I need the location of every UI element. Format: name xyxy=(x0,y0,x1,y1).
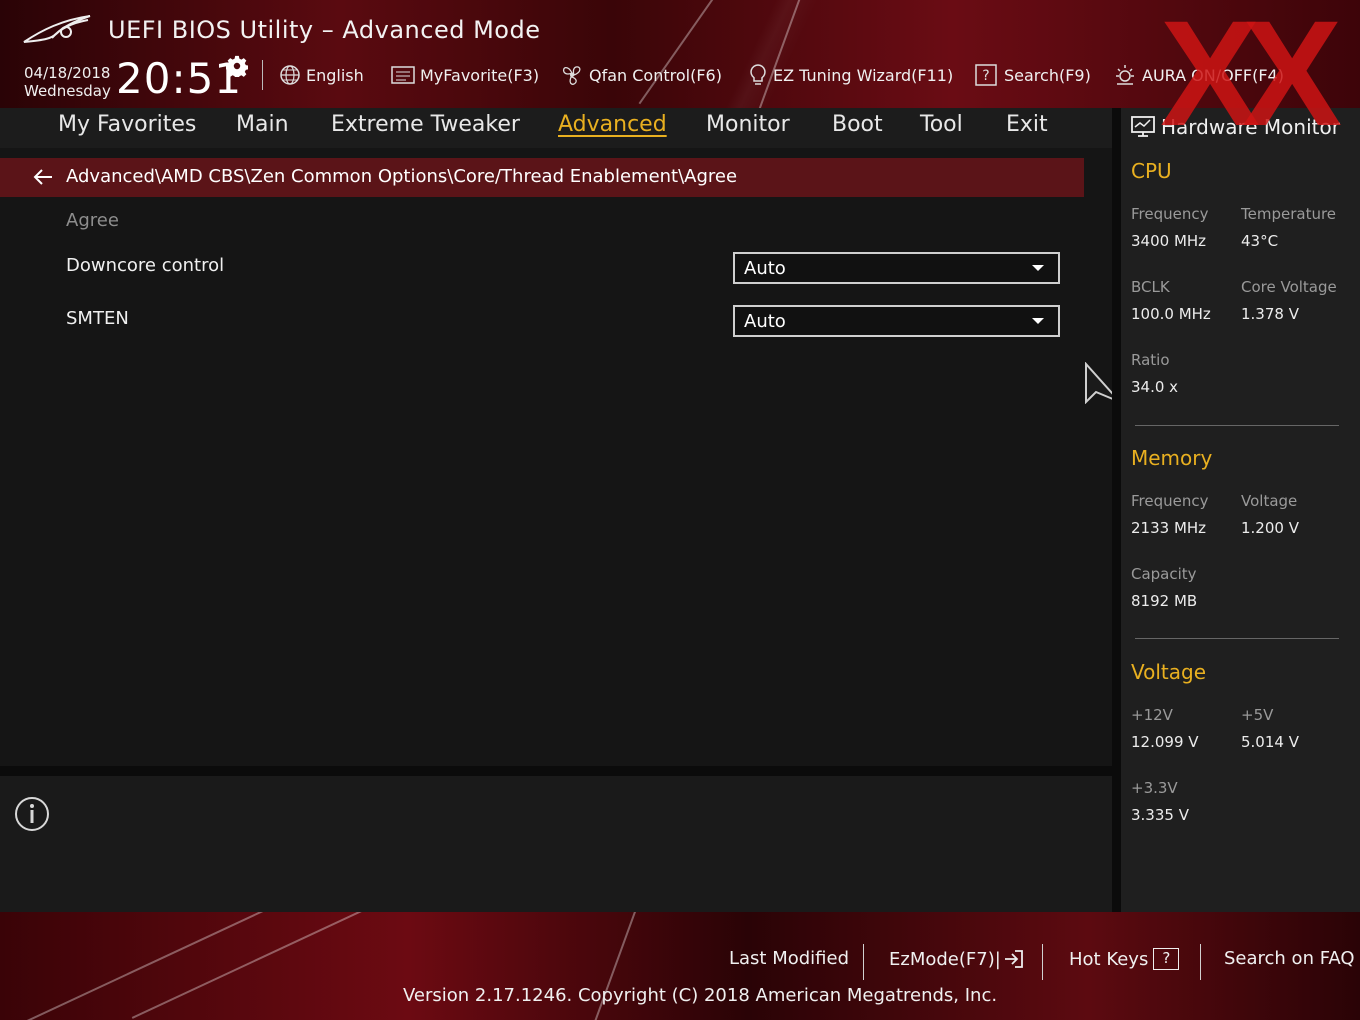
section-divider xyxy=(1135,425,1339,426)
ratio-label: Ratio xyxy=(1131,351,1170,369)
date-text: 04/18/2018 xyxy=(24,64,111,82)
decor-streak xyxy=(749,0,813,108)
ez-tuning-label: EZ Tuning Wizard(F11) xyxy=(773,65,954,85)
cpu-frequency-value: 3400 MHz xyxy=(1131,232,1207,250)
downcore-control-select[interactable]: Auto xyxy=(733,252,1060,284)
svg-text:?: ? xyxy=(982,68,989,84)
footer-divider xyxy=(863,944,864,980)
cpu-frequency-label: Frequency xyxy=(1131,205,1209,223)
app-title: UEFI BIOS Utility – Advanced Mode xyxy=(108,16,541,44)
ratio-value: 34.0 x xyxy=(1131,378,1179,396)
memory-voltage-label: Voltage xyxy=(1241,492,1298,510)
search-button[interactable]: ? Search(F9) xyxy=(975,62,1091,88)
last-modified-button[interactable]: Last Modified xyxy=(729,948,849,969)
cpu-temperature-label: Temperature xyxy=(1241,205,1337,223)
footer-divider xyxy=(1200,944,1201,980)
chevron-down-icon xyxy=(1032,265,1044,271)
memory-voltage-value: 1.200 V xyxy=(1241,519,1299,537)
smten-label: SMTEN xyxy=(66,308,129,329)
date-display: 04/18/2018 Wednesday xyxy=(24,64,111,100)
memory-frequency-label: Frequency xyxy=(1131,492,1209,510)
gear-icon[interactable] xyxy=(226,55,248,77)
fan-icon xyxy=(562,66,581,85)
aura-icon xyxy=(1116,65,1134,85)
day-text: Wednesday xyxy=(24,82,111,100)
tab-advanced[interactable]: Advanced xyxy=(558,112,667,137)
section-divider xyxy=(1135,638,1339,639)
decor-streak xyxy=(0,912,267,1020)
myfavorite-label: MyFavorite(F3) xyxy=(420,65,540,85)
header-bar: UEFI BIOS Utility – Advanced Mode 04/18/… xyxy=(0,0,1360,108)
memory-heading: Memory xyxy=(1131,446,1213,470)
help-key-icon: ? xyxy=(1153,948,1180,970)
section-subheading: Agree xyxy=(66,210,119,231)
watermark: XX xyxy=(1160,0,1342,157)
chevron-down-icon xyxy=(1032,318,1044,324)
memory-frequency-value: 2133 MHz xyxy=(1131,519,1207,537)
tab-tool[interactable]: Tool xyxy=(920,112,963,137)
ez-tuning-button[interactable]: EZ Tuning Wizard(F11) xyxy=(748,62,953,88)
tab-monitor[interactable]: Monitor xyxy=(706,112,790,137)
globe-icon xyxy=(280,65,300,85)
capacity-label: Capacity xyxy=(1131,565,1197,583)
v5-value: 5.014 V xyxy=(1241,733,1299,751)
help-panel xyxy=(0,776,1112,912)
help-divider xyxy=(0,766,1112,776)
decor-streak xyxy=(638,0,744,105)
capacity-value: 8192 MB xyxy=(1131,592,1198,610)
smten-value: Auto xyxy=(744,310,786,332)
breadcrumb: Advanced\AMD CBS\Zen Common Options\Core… xyxy=(0,158,1084,197)
voltage-heading: Voltage xyxy=(1131,660,1207,684)
downcore-control-label: Downcore control xyxy=(66,255,225,276)
footer-bar: Last Modified EzMode(F7)| Hot Keys ? Sea… xyxy=(0,912,1360,1020)
clock[interactable]: 20:51 xyxy=(116,54,242,103)
panel-divider xyxy=(1112,108,1121,912)
hardware-monitor-panel: Hardware Monitor CPU Frequency Temperatu… xyxy=(1121,108,1360,912)
downcore-control-value: Auto xyxy=(744,257,786,279)
bclk-value: 100.0 MHz xyxy=(1131,305,1211,323)
tab-main[interactable]: Main xyxy=(236,112,289,137)
info-icon xyxy=(15,797,49,831)
main-tab-bar: My Favorites Main Extreme Tweaker Advanc… xyxy=(0,108,1112,148)
breadcrumb-path: Advanced\AMD CBS\Zen Common Options\Core… xyxy=(66,166,738,187)
v33-label: +3.3V xyxy=(1131,779,1178,797)
monitor-icon xyxy=(1131,116,1155,137)
hotkeys-button[interactable]: Hot Keys ? xyxy=(1069,948,1180,970)
bulb-icon xyxy=(750,64,766,85)
tab-boot[interactable]: Boot xyxy=(832,112,883,137)
core-voltage-label: Core Voltage xyxy=(1241,278,1337,296)
v33-value: 3.335 V xyxy=(1131,806,1189,824)
bclk-label: BCLK xyxy=(1131,278,1170,296)
rog-logo-icon xyxy=(23,15,91,43)
favorite-list-icon xyxy=(391,66,415,84)
tab-exit[interactable]: Exit xyxy=(1006,112,1048,137)
language-label: English xyxy=(306,65,364,85)
toolbar-divider xyxy=(262,60,263,90)
version-text: Version 2.17.1246. Copyright (C) 2018 Am… xyxy=(403,985,998,1006)
search-faq-button[interactable]: Search on FAQ xyxy=(1224,948,1355,969)
help-box-icon: ? xyxy=(975,64,997,86)
qfan-button[interactable]: Qfan Control(F6) xyxy=(560,62,722,88)
hotkeys-label: Hot Keys xyxy=(1069,948,1149,970)
v12-value: 12.099 V xyxy=(1131,733,1199,751)
cpu-temperature-value: 43°C xyxy=(1241,232,1279,250)
qfan-label: Qfan Control(F6) xyxy=(589,65,722,85)
cpu-heading: CPU xyxy=(1131,159,1172,183)
tab-my-favorites[interactable]: My Favorites xyxy=(58,112,196,137)
decor-streak xyxy=(131,912,369,1019)
tab-extreme-tweaker[interactable]: Extreme Tweaker xyxy=(331,112,520,137)
search-label: Search(F9) xyxy=(1004,65,1091,85)
v12-label: +12V xyxy=(1131,706,1173,724)
myfavorite-button[interactable]: MyFavorite(F3) xyxy=(391,62,539,88)
v5-label: +5V xyxy=(1241,706,1274,724)
back-arrow-icon[interactable] xyxy=(32,167,54,187)
ezmode-label: EzMode(F7)| xyxy=(889,948,1001,970)
exit-arrow-icon xyxy=(1004,950,1023,968)
footer-divider xyxy=(1042,944,1043,980)
core-voltage-value: 1.378 V xyxy=(1241,305,1299,323)
language-button[interactable]: English xyxy=(279,62,364,88)
smten-select[interactable]: Auto xyxy=(733,305,1060,337)
settings-panel: Advanced\AMD CBS\Zen Common Options\Core… xyxy=(0,148,1112,766)
ezmode-button[interactable]: EzMode(F7)| xyxy=(889,948,1025,970)
